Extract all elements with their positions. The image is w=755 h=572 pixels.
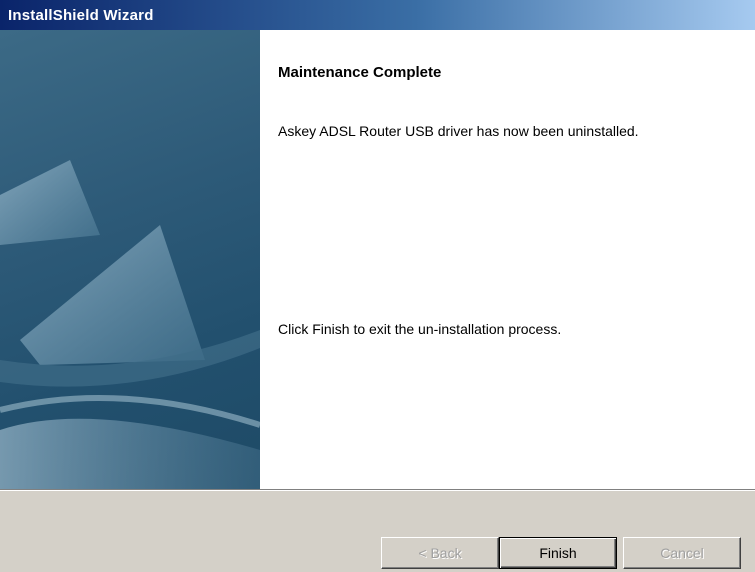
finish-button[interactable]: Finish [499, 537, 617, 569]
sail-shape [0, 160, 100, 245]
cancel-button[interactable]: Cancel [623, 537, 741, 569]
window-title: InstallShield Wizard [8, 6, 154, 24]
finish-instruction-text: Click Finish to exit the un-installation… [278, 321, 562, 337]
title-bar[interactable]: InstallShield Wizard [0, 0, 755, 30]
uninstall-status-message: Askey ADSL Router USB driver has now bee… [278, 123, 639, 139]
installshield-wizard-window: InstallShield Wizard Maintenance Complet… [0, 0, 755, 572]
wave-shape [0, 395, 260, 428]
wizard-content: Maintenance Complete Askey ADSL Router U… [260, 30, 755, 489]
page-heading: Maintenance Complete [278, 64, 442, 81]
sail-boats-artwork [0, 160, 260, 489]
sail-shape [20, 225, 205, 365]
back-button[interactable]: < Back [381, 537, 499, 569]
wizard-side-banner [0, 30, 260, 489]
wave-shape [0, 418, 260, 489]
